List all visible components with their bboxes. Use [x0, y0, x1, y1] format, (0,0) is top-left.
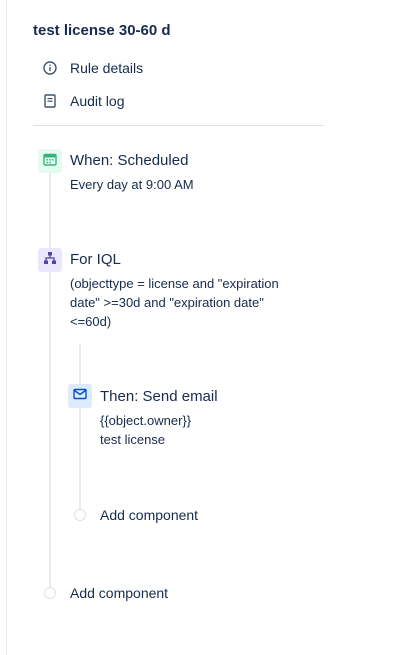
branch-icon	[43, 251, 57, 270]
audit-log-link[interactable]: Audit log	[42, 90, 124, 112]
audit-log-label: Audit log	[70, 93, 125, 109]
action-title[interactable]: Then: Send email	[100, 388, 218, 405]
trigger-title[interactable]: When: Scheduled	[70, 152, 188, 169]
branch-description: (objecttype = license and "expiration da…	[70, 276, 279, 329]
calendar-icon	[43, 152, 57, 171]
inner-timeline	[79, 344, 81, 512]
action-node-icon[interactable]	[68, 384, 92, 408]
add-component-outer-button[interactable]: Add component	[70, 585, 168, 601]
branch-title[interactable]: For IQL	[70, 251, 121, 268]
info-icon	[42, 60, 58, 76]
email-icon	[73, 387, 87, 405]
trigger-node-icon[interactable]	[38, 149, 62, 173]
document-icon	[42, 93, 58, 109]
rule-panel: test license 30-60 d Rule details Audit …	[0, 0, 403, 655]
action-description: {{object.owner}} test license	[100, 413, 192, 447]
rule-details-link[interactable]: Rule details	[42, 57, 143, 79]
add-component-dot[interactable]	[44, 587, 56, 599]
rule-title: test license 30-60 d	[33, 22, 171, 39]
branch-node-icon[interactable]	[38, 248, 62, 272]
add-component-inner-button[interactable]: Add component	[100, 507, 198, 523]
divider	[33, 125, 324, 126]
add-component-dot[interactable]	[74, 509, 86, 521]
outer-timeline	[49, 173, 51, 588]
trigger-description: Every day at 9:00 AM	[70, 177, 194, 192]
rule-details-label: Rule details	[70, 60, 144, 76]
